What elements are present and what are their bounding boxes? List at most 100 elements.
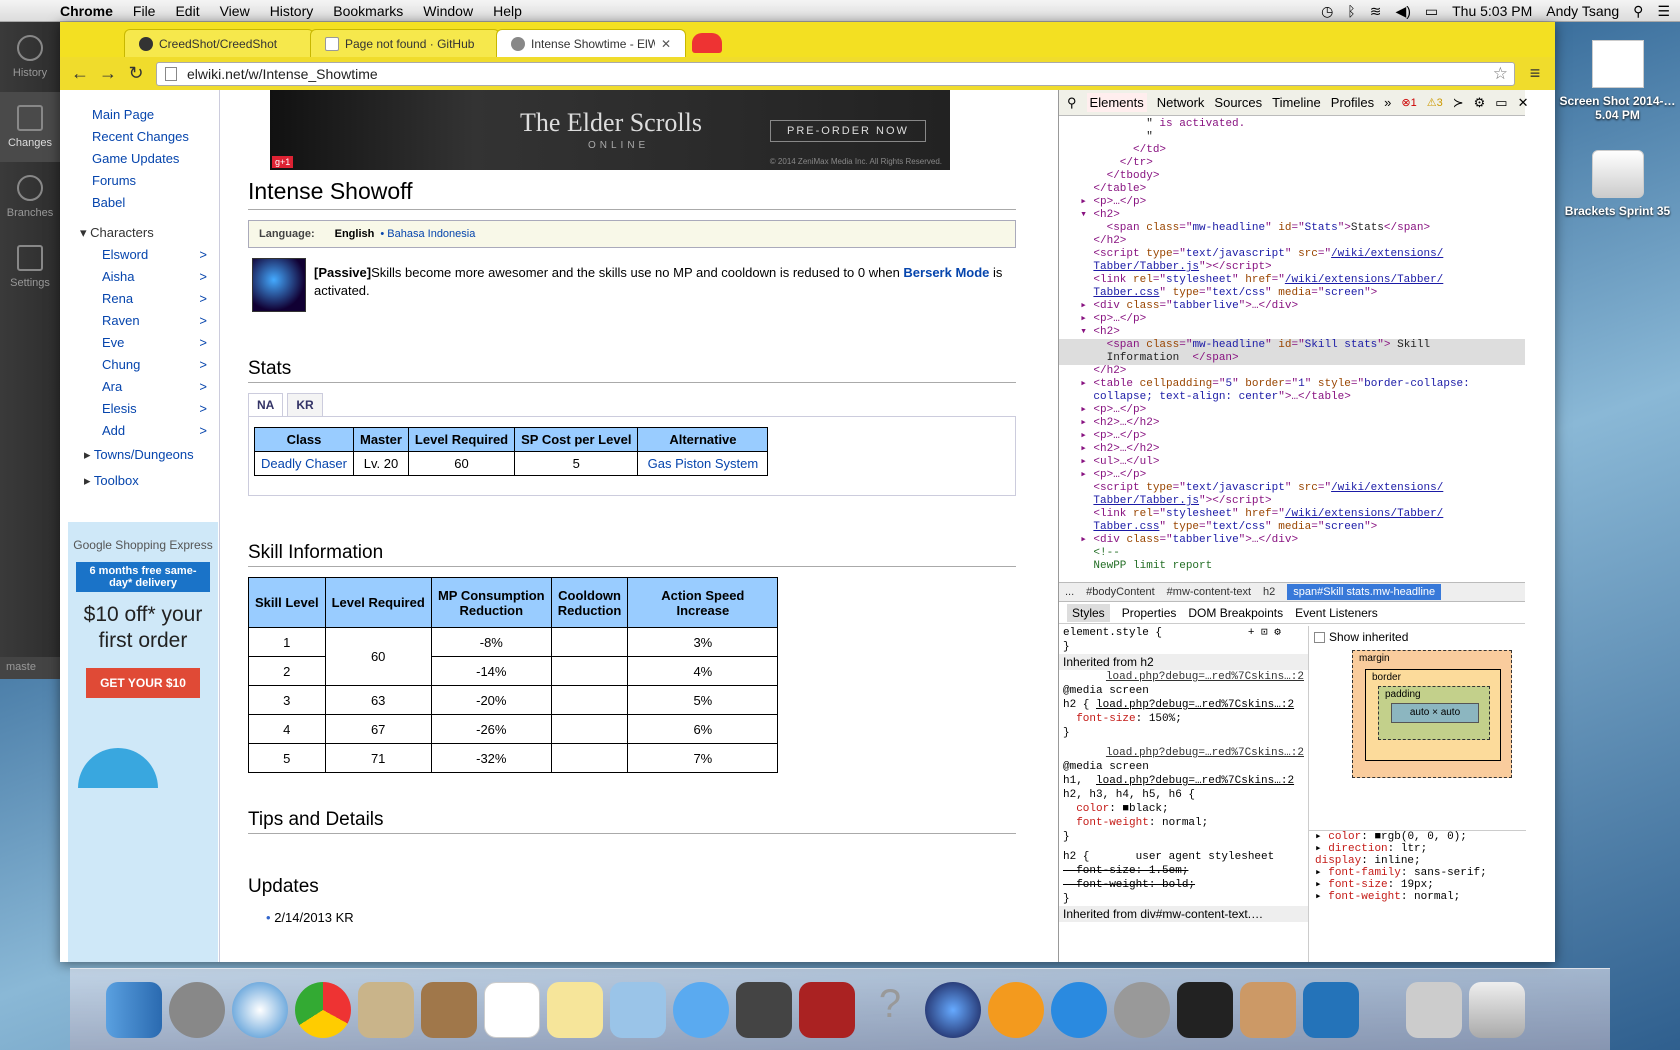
sidebar-history[interactable]: History [0,22,60,92]
devtools-tab-sources[interactable]: Sources [1214,95,1262,110]
dock-icon[interactable]: ▭ [1495,95,1507,111]
close-tab-icon[interactable]: ✕ [661,37,671,51]
ad-banner-eso[interactable]: The Elder Scrolls ONLINE PRE-ORDER NOW g… [270,90,950,170]
menu-help[interactable]: Help [493,3,522,19]
sidebar-forums[interactable]: Forums [60,170,219,192]
subtab-event-listeners[interactable]: Event Listeners [1295,606,1378,620]
time-machine-icon[interactable]: ◷ [1321,3,1333,20]
new-tab-button[interactable] [692,33,722,53]
back-icon[interactable]: ← [66,62,94,86]
ad-cta-button[interactable]: GET YOUR $10 [86,668,200,698]
system-preferences-icon[interactable] [1114,981,1170,1038]
sidebar-changes[interactable]: Changes [0,92,60,162]
devtools-tab-timeline[interactable]: Timeline [1272,95,1321,110]
user-name[interactable]: Andy Tsang [1546,3,1619,19]
help-icon[interactable]: ? [862,982,918,1038]
styles-pane[interactable]: element.style { + ⊡ ⚙ } Inherited from h… [1059,626,1309,962]
tab-elwiki[interactable]: Intense Showtime - ElWiki ✕ [496,29,686,57]
documents-stack-icon[interactable] [1406,981,1462,1038]
alternative-link[interactable]: Gas Piston System [648,456,759,471]
error-count[interactable]: ⊗1 [1401,96,1416,109]
dom-tree[interactable]: " is activated. " </td> </tr> </tbody> <… [1059,116,1525,582]
facetime-icon[interactable] [736,981,792,1038]
chrome-icon[interactable] [295,981,351,1038]
github-app-icon[interactable] [1240,981,1296,1038]
banner-preorder-button[interactable]: PRE-ORDER NOW [770,120,926,142]
trash-icon[interactable] [1469,981,1525,1038]
console-drawer-icon[interactable]: ≻ [1453,95,1464,111]
tab-github-404[interactable]: Page not found · GitHub [310,29,500,57]
sidebar-settings[interactable]: Settings [0,232,60,302]
close-icon[interactable]: ✕ [1518,95,1529,111]
sidebar-babel[interactable]: Babel [60,192,219,214]
char-ara[interactable]: Ara > [60,376,219,398]
berserk-mode-link[interactable]: Berserk Mode [903,265,989,280]
display-icon[interactable]: ▭ [1425,3,1438,20]
address-bar[interactable]: elwiki.net/w/Intense_Showtime ☆ [156,61,1515,86]
char-eve[interactable]: Eve > [60,332,219,354]
crumb-item[interactable]: h2 [1263,586,1275,598]
finder-icon[interactable] [106,981,162,1038]
messages-icon[interactable] [673,981,729,1038]
itunes-icon[interactable] [925,981,981,1038]
devtools-tab-network[interactable]: Network [1157,95,1205,110]
more-tabs-icon[interactable]: » [1384,95,1391,110]
characters-toggle[interactable]: ▾ Characters [60,222,219,244]
crumb-item[interactable]: #mw-content-text [1167,586,1251,598]
spotlight-icon[interactable]: ⚲ [1633,3,1643,20]
desktop-brackets-volume[interactable]: Brackets Sprint 35 [1555,150,1680,218]
notification-center-icon[interactable]: ☰ [1657,3,1670,20]
safari-icon[interactable] [232,981,288,1038]
maps-icon[interactable] [610,981,666,1038]
subtab-styles[interactable]: Styles [1067,603,1110,622]
tab-kr[interactable]: KR [287,393,323,416]
forward-icon[interactable]: → [94,62,122,86]
menu-view[interactable]: View [220,3,250,19]
calendar-icon[interactable] [484,981,540,1038]
menu-icon[interactable]: ≡ [1521,62,1549,86]
menu-bookmarks[interactable]: Bookmarks [333,3,403,19]
bookmark-star-icon[interactable]: ☆ [1493,64,1508,84]
launchpad-icon[interactable] [169,981,225,1038]
sidebar-branches[interactable]: Branches [0,162,60,232]
ad-google-shopping[interactable]: Google Shopping Express 6 months free sa… [68,522,218,962]
menu-window[interactable]: Window [423,3,473,19]
branch-name[interactable]: maste [0,657,60,679]
photo-booth-icon[interactable] [799,981,855,1038]
char-add[interactable]: Add > [60,420,219,442]
terminal-icon[interactable] [1177,981,1233,1038]
gear-icon[interactable]: ⚙ [1474,95,1486,111]
bluetooth-icon[interactable]: ᛒ [1347,3,1355,19]
reload-icon[interactable]: ↻ [122,62,150,86]
contacts-icon[interactable] [421,981,477,1038]
crumb-item-selected[interactable]: span#Skill stats.mw-headline [1287,584,1442,600]
notes-icon[interactable] [547,981,603,1038]
char-aisha[interactable]: Aisha > [60,266,219,288]
mail-icon[interactable] [358,981,414,1038]
sidebar-game-updates[interactable]: Game Updates [60,148,219,170]
tab-na[interactable]: NA [248,393,284,416]
char-raven[interactable]: Raven > [60,310,219,332]
sidebar-main-page[interactable]: Main Page [60,104,219,126]
show-inherited-checkbox[interactable]: Show inherited [1314,630,1408,644]
char-rena[interactable]: Rena > [60,288,219,310]
towns-dungeons-toggle[interactable]: ▸ Towns/Dungeons [60,442,219,468]
menu-edit[interactable]: Edit [175,3,199,19]
inspect-icon[interactable]: ⚲ [1067,95,1077,111]
volume-icon[interactable]: ◀) [1395,3,1410,20]
char-chung[interactable]: Chung > [60,354,219,376]
ibooks-icon[interactable] [988,981,1044,1038]
computed-styles[interactable]: ▸ color: ■rgb(0, 0, 0); ▸ direction: ltr… [1309,830,1526,903]
menu-file[interactable]: File [133,3,156,19]
devtools-tab-profiles[interactable]: Profiles [1331,95,1374,110]
subtab-dom-breakpoints[interactable]: DOM Breakpoints [1188,606,1283,620]
gplus-button[interactable]: g+1 [272,156,294,168]
char-elsword[interactable]: Elsword > [60,244,219,266]
app-store-icon[interactable] [1051,981,1107,1038]
crumb-item[interactable]: #bodyContent [1086,586,1155,598]
wifi-icon[interactable]: ≋ [1370,3,1382,20]
sidebar-recent-changes[interactable]: Recent Changes [60,126,219,148]
char-elesis[interactable]: Elesis > [60,398,219,420]
menu-history[interactable]: History [270,3,314,19]
language-link-id[interactable]: Bahasa Indonesia [387,228,475,240]
